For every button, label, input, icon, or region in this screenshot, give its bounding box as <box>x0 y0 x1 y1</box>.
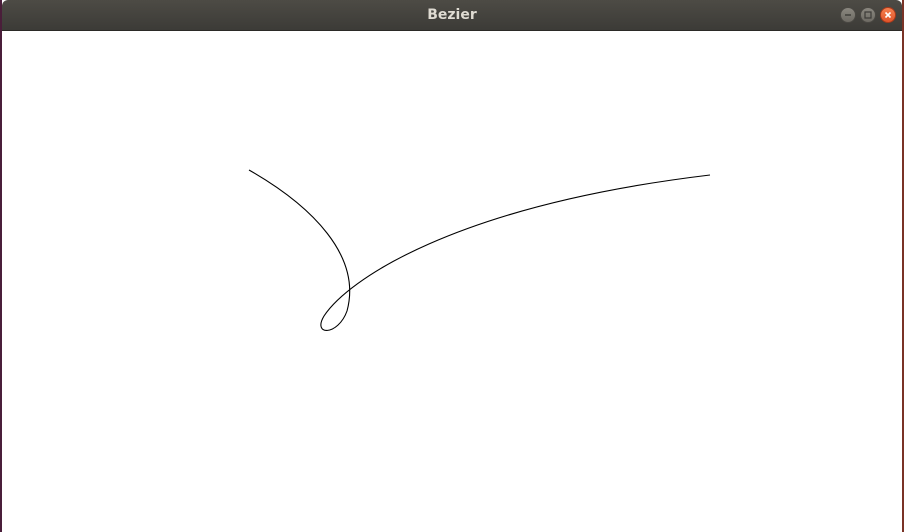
app-window: Bezier <box>2 0 902 532</box>
window-titlebar[interactable]: Bezier <box>2 0 902 31</box>
maximize-icon <box>864 11 872 19</box>
window-controls <box>840 7 896 23</box>
bezier-drawing <box>248 169 711 331</box>
minimize-icon <box>845 14 851 16</box>
close-button[interactable] <box>880 7 896 23</box>
bezier-curve <box>248 169 711 331</box>
window-title: Bezier <box>427 7 477 23</box>
close-icon <box>884 11 892 19</box>
drawing-canvas[interactable] <box>2 31 902 532</box>
minimize-button[interactable] <box>840 7 856 23</box>
maximize-button[interactable] <box>860 7 876 23</box>
